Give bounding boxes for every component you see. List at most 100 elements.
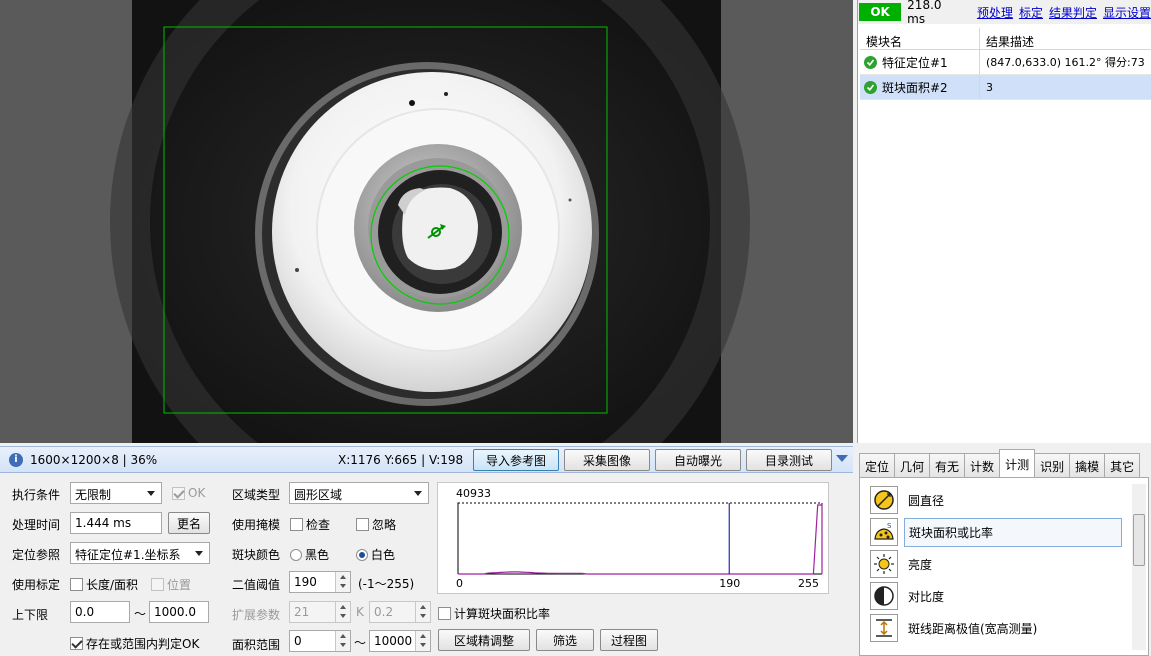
directory-test-button[interactable]: 目录测试 — [746, 449, 832, 471]
results-toolbar: OK 218.0 ms 预处理 标定 结果判定 显示设置 — [858, 0, 1151, 26]
threshold-label: 二值阈值 — [232, 578, 281, 592]
ok-checkbox[interactable]: OK — [172, 486, 205, 500]
process-time-field: 1.444 ms — [70, 512, 162, 534]
image-size-zoom: 1600×1200×8 | 36% — [30, 452, 158, 467]
svg-text:S: S — [887, 522, 892, 530]
mask-check-checkbox[interactable]: 检查 — [290, 516, 330, 533]
success-check-icon — [864, 55, 877, 69]
histogram-max-label: 40933 — [456, 487, 491, 500]
use-mask-label: 使用掩模 — [232, 518, 281, 532]
histogram-svg: 40933 0 190 255 — [456, 487, 823, 590]
tab-measure[interactable]: 计测 — [999, 449, 1036, 478]
expand-param-label: 扩展参数 — [232, 608, 281, 622]
result-desc-header[interactable]: 结果描述 — [980, 28, 1151, 49]
tool-list: 圆直径 S 斑块面积或比率 亮度 对比度 斑线距离极值(宽高测量) — [859, 477, 1149, 656]
tab-count[interactable]: 计数 — [964, 453, 1001, 478]
area-tilde: ～ — [354, 636, 367, 650]
limits-label: 上下限 — [12, 608, 49, 622]
tab-presence[interactable]: 有无 — [929, 453, 966, 478]
result-desc: (847.0,633.0) 161.2° 得分:73 — [986, 56, 1145, 69]
table-row[interactable]: 特征定位#1 (847.0,633.0) 161.2° 得分:73 — [860, 50, 1151, 75]
calc-ratio-checkbox[interactable]: 计算斑块面积比率 — [438, 605, 550, 622]
histogram-frame — [457, 502, 823, 575]
auto-exposure-button[interactable]: 自动曝光 — [655, 449, 741, 471]
line-distance-icon — [870, 614, 898, 642]
tool-circle-diameter[interactable]: 圆直径 — [870, 485, 944, 515]
preprocess-link[interactable]: 预处理 — [977, 4, 1013, 21]
image-viewer[interactable] — [0, 0, 853, 443]
exist-ok-checkbox[interactable]: 存在或范围内判定OK — [70, 635, 199, 652]
parameter-panel: 执行条件 无限制 OK 处理时间 1.444 ms 更名 定位参照 特征定位#1… — [0, 474, 853, 656]
tab-template[interactable]: 擒模 — [1069, 453, 1106, 478]
tool-brightness[interactable]: 亮度 — [870, 549, 932, 579]
result-desc: 3 — [986, 80, 993, 94]
success-check-icon — [864, 80, 877, 94]
module-name-header[interactable]: 模块名 — [860, 28, 980, 49]
pixel-coordinate-readout: X:1176 Y:665 | V:198 — [338, 452, 464, 467]
tab-geometry[interactable]: 几何 — [894, 453, 931, 478]
lower-limit-field[interactable]: 0.0 — [70, 601, 130, 623]
results-table-header: 模块名 结果描述 — [860, 28, 1151, 50]
tool-list-scrollbar[interactable] — [1132, 484, 1146, 650]
scrollbar-thumb[interactable] — [1133, 514, 1145, 566]
circle-diameter-icon — [870, 486, 898, 514]
histogram-chart: 40933 0 190 255 — [437, 482, 829, 594]
brightness-icon — [870, 550, 898, 578]
k-label: K — [356, 605, 364, 619]
collapse-arrow-icon[interactable] — [836, 455, 848, 462]
mask-ignore-checkbox[interactable]: 忽略 — [356, 516, 396, 533]
blob-area-icon: S — [870, 518, 898, 546]
image-status-bar: i 1600×1200×8 | 36% X:1176 Y:665 | V:198… — [0, 446, 853, 473]
threshold-stepper[interactable]: 190 — [289, 571, 351, 593]
area-range-label: 面积范围 — [232, 638, 281, 652]
upper-limit-field[interactable]: 1000.0 — [149, 601, 209, 623]
tool-blob-area[interactable]: S 斑块面积或比率 — [870, 517, 1122, 547]
position-checkbox[interactable]: 位置 — [151, 576, 191, 593]
histogram-curve — [458, 504, 823, 575]
display-settings-link[interactable]: 显示设置 — [1103, 4, 1151, 21]
tool-line-distance[interactable]: 斑线距离极值(宽高测量) — [870, 613, 1037, 643]
results-table: 模块名 结果描述 特征定位#1 (847.0,633.0) 161.2° 得分:… — [860, 28, 1151, 100]
blob-color-label: 斑块颜色 — [232, 548, 281, 562]
contrast-icon — [870, 582, 898, 610]
calibration-link[interactable]: 标定 — [1019, 4, 1043, 21]
exec-condition-select[interactable]: 无限制 — [70, 482, 162, 504]
ok-status-badge: OK — [859, 3, 902, 21]
import-reference-button[interactable]: 导入参考图 — [473, 449, 559, 471]
area-max-stepper[interactable]: 10000 — [369, 630, 431, 652]
tab-identify[interactable]: 识别 — [1034, 453, 1071, 478]
use-calibration-label: 使用标定 — [12, 578, 61, 592]
location-ref-select[interactable]: 特征定位#1.坐标系 — [70, 542, 210, 564]
length-area-checkbox[interactable]: 长度/面积 — [70, 576, 138, 593]
range-tilde: ～ — [134, 607, 147, 621]
info-icon: i — [9, 452, 23, 467]
module-name: 斑块面积#2 — [882, 80, 948, 95]
area-min-stepper[interactable]: 0 — [289, 630, 351, 652]
tick-label-190: 190 — [719, 577, 740, 590]
total-time-label: 218.0 ms — [907, 0, 942, 26]
black-radio[interactable]: 黑色 — [290, 546, 329, 563]
region-type-label: 区域类型 — [232, 488, 281, 502]
tool-palette: 定位 几何 有无 计数 计测 识别 擒模 其它 圆直径 S 斑块面积或比率 亮度… — [857, 446, 1151, 656]
results-panel: OK 218.0 ms 预处理 标定 结果判定 显示设置 模块名 结果描述 特征… — [857, 0, 1151, 443]
result-judge-link[interactable]: 结果判定 — [1049, 4, 1097, 21]
white-radio[interactable]: 白色 — [356, 546, 395, 563]
process-image-button[interactable]: 过程图 — [600, 629, 658, 651]
tool-tabs: 定位 几何 有无 计数 计测 识别 擒模 其它 — [859, 448, 1141, 478]
process-time-label: 处理时间 — [12, 518, 61, 532]
tick-label-255: 255 — [798, 577, 819, 590]
capture-image-button[interactable]: 采集图像 — [564, 449, 650, 471]
app-window: OK 218.0 ms 预处理 标定 结果判定 显示设置 模块名 结果描述 特征… — [0, 0, 1151, 656]
exec-condition-label: 执行条件 — [12, 488, 61, 502]
region-type-select[interactable]: 圆形区域 — [289, 482, 429, 504]
filter-button[interactable]: 筛选 — [536, 629, 594, 651]
tab-locate[interactable]: 定位 — [859, 453, 896, 478]
tool-contrast[interactable]: 对比度 — [870, 581, 944, 611]
threshold-range-label: (-1～255) — [358, 577, 415, 591]
k-param-stepper[interactable]: 0.2 — [369, 601, 431, 623]
tab-other[interactable]: 其它 — [1104, 453, 1141, 478]
region-adjust-button[interactable]: 区域精调整 — [438, 629, 530, 651]
rename-button[interactable]: 更名 — [168, 512, 210, 534]
table-row[interactable]: 斑块面积#2 3 — [860, 75, 1151, 100]
expand-param-stepper[interactable]: 21 — [289, 601, 351, 623]
